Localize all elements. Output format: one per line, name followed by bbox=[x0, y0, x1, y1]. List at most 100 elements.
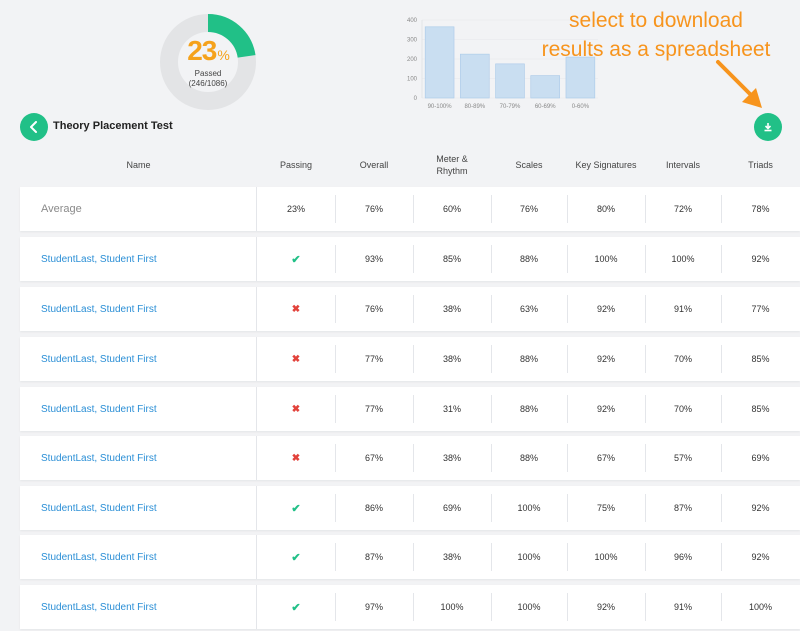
column-header-key-signatures[interactable]: Key Signatures bbox=[567, 143, 645, 187]
back-button[interactable] bbox=[20, 113, 48, 141]
score-cell: 88% bbox=[491, 337, 567, 381]
cross-icon: ✖ bbox=[291, 452, 301, 464]
annotation-arrow-icon bbox=[716, 60, 762, 108]
student-name-link[interactable]: StudentLast, Student First bbox=[20, 535, 257, 579]
average-label: Average bbox=[20, 187, 257, 231]
passing-cell: ✖ bbox=[257, 337, 335, 381]
score-cell: 69% bbox=[413, 486, 491, 530]
score-cell: 38% bbox=[413, 287, 491, 331]
passed-label: Passed bbox=[194, 69, 222, 78]
score-cell: 91% bbox=[645, 585, 721, 629]
score-cell: 92% bbox=[567, 337, 645, 381]
score-cell: 67% bbox=[567, 436, 645, 480]
score-cell: 100% bbox=[491, 535, 567, 579]
check-icon: ✔ bbox=[291, 253, 301, 266]
score-cell: 92% bbox=[567, 287, 645, 331]
score-cell: 87% bbox=[335, 535, 413, 579]
y-tick-label: 100 bbox=[407, 77, 418, 83]
histogram-bar bbox=[460, 53, 490, 99]
table-row: StudentLast, Student First ✔ 86% 69% 100% 75%… bbox=[20, 486, 800, 530]
score-cell: 93% bbox=[335, 237, 413, 281]
score-cell: 63% bbox=[491, 287, 567, 331]
chevron-left-icon bbox=[30, 121, 37, 133]
score-cell: 91% bbox=[645, 287, 721, 331]
score-cell: 38% bbox=[413, 337, 491, 381]
column-header-triads[interactable]: Triads bbox=[721, 143, 800, 187]
student-name-link[interactable]: StudentLast, Student First bbox=[20, 287, 257, 331]
score-cell: 92% bbox=[567, 585, 645, 629]
passing-cell: ✔ bbox=[257, 237, 335, 281]
passing-cell: ✖ bbox=[257, 287, 335, 331]
score-cell: 96% bbox=[645, 535, 721, 579]
score-cell: 77% bbox=[335, 337, 413, 381]
student-name-link[interactable]: StudentLast, Student First bbox=[20, 387, 257, 431]
cross-icon: ✖ bbox=[291, 353, 301, 365]
table-row: StudentLast, Student First ✖ 76% 38% 63% 92% 9… bbox=[20, 287, 800, 331]
histogram-bar bbox=[424, 26, 455, 99]
table-row: StudentLast, Student First ✖ 67% 38% 88% 67% 5… bbox=[20, 436, 800, 480]
score-cell: 100% bbox=[567, 237, 645, 281]
score-cell: 88% bbox=[491, 436, 567, 480]
column-header-scales[interactable]: Scales bbox=[491, 143, 567, 187]
pass-percent: 23% bbox=[187, 35, 230, 66]
score-cell: 38% bbox=[413, 535, 491, 579]
passing-cell: ✔ bbox=[257, 535, 335, 579]
histogram-bar bbox=[495, 63, 525, 99]
cross-icon: ✖ bbox=[291, 403, 301, 415]
x-tick-label: 60-69% bbox=[535, 104, 556, 110]
score-cell: 70% bbox=[645, 337, 721, 381]
column-header-meter-rhythm[interactable]: Meter & Rhythm bbox=[413, 143, 491, 187]
table-row: StudentLast, Student First ✖ 77% 31% 88% 92% 7… bbox=[20, 387, 800, 431]
passing-cell: 23% bbox=[257, 187, 335, 231]
score-cell: 85% bbox=[721, 337, 800, 381]
passed-count: (246/1086) bbox=[188, 79, 228, 88]
score-cell: 85% bbox=[721, 387, 800, 431]
table-row: StudentLast, Student First ✔ 93% 85% 88% 100%… bbox=[20, 237, 800, 281]
student-name-link[interactable]: StudentLast, Student First bbox=[20, 237, 257, 281]
column-header-intervals[interactable]: Intervals bbox=[645, 143, 721, 187]
y-tick-label: 400 bbox=[407, 18, 418, 24]
y-tick-label: 200 bbox=[407, 57, 418, 63]
passing-cell: ✖ bbox=[257, 387, 335, 431]
student-name-link[interactable]: StudentLast, Student First bbox=[20, 585, 257, 629]
student-name-link[interactable]: StudentLast, Student First bbox=[20, 436, 257, 480]
y-tick-label: 0 bbox=[414, 96, 418, 102]
x-tick-label: 80-89% bbox=[464, 104, 485, 110]
student-name-link[interactable]: StudentLast, Student First bbox=[20, 337, 257, 381]
column-header-passing[interactable]: Passing bbox=[257, 143, 335, 187]
score-cell: 69% bbox=[721, 436, 800, 480]
column-header-overall[interactable]: Overall bbox=[335, 143, 413, 187]
score-cell: 60% bbox=[413, 187, 491, 231]
score-cell: 70% bbox=[645, 387, 721, 431]
check-icon: ✔ bbox=[291, 601, 301, 614]
download-spreadsheet-button[interactable] bbox=[754, 113, 782, 141]
score-cell: 100% bbox=[567, 535, 645, 579]
passing-cell: ✔ bbox=[257, 585, 335, 629]
column-header-name[interactable]: Name bbox=[20, 143, 257, 187]
student-name-link[interactable]: StudentLast, Student First bbox=[20, 486, 257, 530]
score-cell: 80% bbox=[567, 187, 645, 231]
score-cell: 100% bbox=[721, 585, 800, 629]
score-cell: 86% bbox=[335, 486, 413, 530]
score-cell: 92% bbox=[721, 535, 800, 579]
table-row: StudentLast, Student First ✔ 97% 100% 100% 92… bbox=[20, 585, 800, 629]
score-cell: 87% bbox=[645, 486, 721, 530]
donut-center: 23% Passed (246/1086) bbox=[170, 35, 246, 88]
page-title: Theory Placement Test bbox=[53, 120, 173, 132]
score-cell: 85% bbox=[413, 237, 491, 281]
score-cell: 67% bbox=[335, 436, 413, 480]
download-icon bbox=[764, 123, 772, 132]
score-cell: 88% bbox=[491, 387, 567, 431]
check-icon: ✔ bbox=[291, 551, 301, 564]
x-tick-label: 70-79% bbox=[500, 104, 521, 110]
passing-cell: ✔ bbox=[257, 486, 335, 530]
score-cell: 78% bbox=[721, 187, 800, 231]
score-cell: 76% bbox=[335, 287, 413, 331]
passing-cell: ✖ bbox=[257, 436, 335, 480]
score-cell: 31% bbox=[413, 387, 491, 431]
cross-icon: ✖ bbox=[291, 303, 301, 315]
score-cell: 97% bbox=[335, 585, 413, 629]
score-cell: 88% bbox=[491, 237, 567, 281]
score-cell: 38% bbox=[413, 436, 491, 480]
score-cell: 92% bbox=[567, 387, 645, 431]
